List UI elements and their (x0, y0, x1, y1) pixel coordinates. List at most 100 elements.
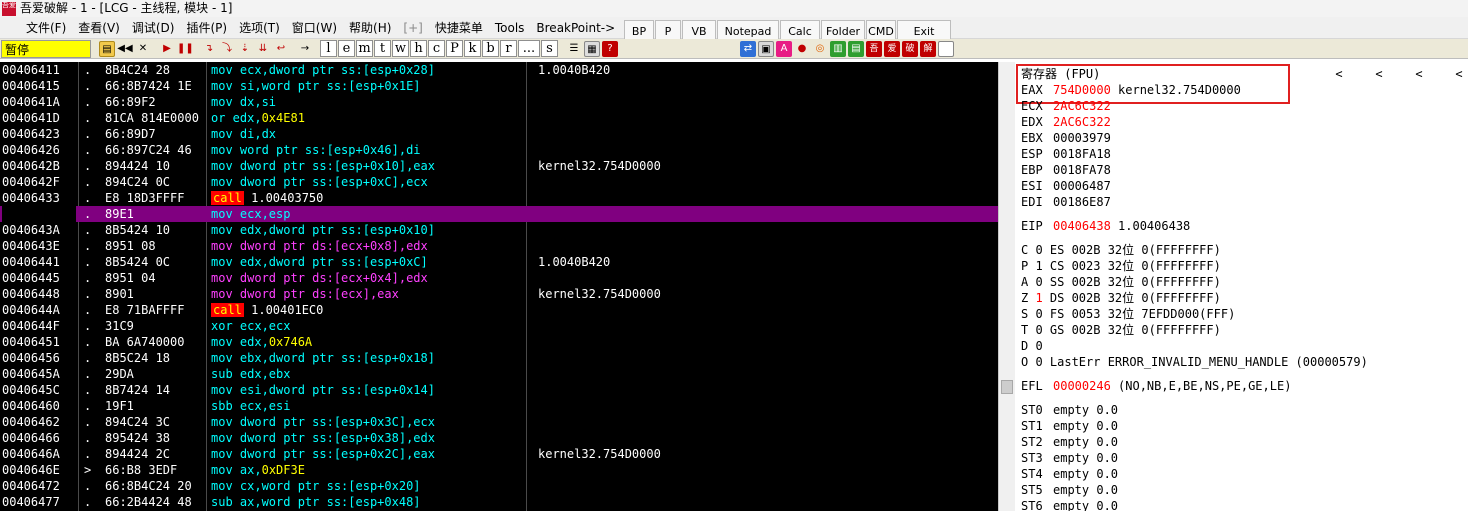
jie-icon[interactable]: 解 (920, 40, 936, 57)
calculator-icon[interactable]: ▥ (830, 40, 846, 57)
flag-row[interactable]: O 0 LastErr ERROR_INVALID_MENU_HANDLE (0… (1021, 354, 1368, 370)
disasm-row[interactable]: 0040645C. 8B7424 14 mov esi,dword ptr ss:[… (0, 382, 998, 398)
log-window-button[interactable]: l (320, 40, 337, 57)
menu-breakpoint[interactable]: BreakPoint-> (530, 17, 621, 39)
target-icon[interactable]: ◎ (812, 41, 828, 57)
menu-shortcuts[interactable]: 快捷菜单 (429, 17, 489, 39)
register-row[interactable]: EBP 0018FA78 (1021, 162, 1111, 178)
handles-window-button[interactable]: h (410, 40, 427, 57)
trace-over-icon[interactable]: ⇊ (255, 41, 271, 57)
menu-debug[interactable]: 调试(D) (126, 17, 181, 39)
record-icon[interactable]: ● (794, 41, 810, 57)
disasm-row[interactable]: 0040642F. 894C24 0C mov dword ptr ss:[esp+… (0, 174, 998, 190)
call-stack-window-button[interactable]: k (464, 40, 481, 57)
run-trace-window-button[interactable]: ... (518, 40, 540, 57)
disasm-row[interactable]: 00406438. 89E1 mov ecx,esp (0, 206, 998, 222)
help-icon[interactable]: ? (602, 40, 618, 57)
menu-help[interactable]: 帮助(H) (343, 17, 397, 39)
disasm-row[interactable]: 00406448. 8901 mov dword ptr ds:[ecx],eax k… (0, 286, 998, 302)
fpu-register-row[interactable]: ST2 empty 0.0 (1021, 434, 1118, 450)
register-row[interactable]: EDI 00186E87 (1021, 194, 1111, 210)
breakpoints-window-button[interactable]: b (482, 40, 499, 57)
disasm-row[interactable]: 00406460. 19F1 sbb ecx,esi (0, 398, 998, 414)
disasm-row[interactable]: 0040646A. 894424 2C mov dword ptr ss:[esp+… (0, 446, 998, 462)
source-window-button[interactable]: s (541, 40, 558, 57)
menu-options[interactable]: 选项(T) (233, 17, 286, 39)
flag-row[interactable]: S 0 FS 0053 32位 7EFDD000(FFF) (1021, 306, 1235, 322)
po-icon[interactable]: 破 (902, 40, 918, 57)
a-icon[interactable]: A (776, 40, 792, 57)
fpu-register-row[interactable]: ST4 empty 0.0 (1021, 466, 1118, 482)
fpu-register-row[interactable]: ST5 empty 0.0 (1021, 482, 1118, 498)
references-window-button[interactable]: r (500, 40, 517, 57)
scrollbar-thumb[interactable] (1001, 380, 1013, 394)
disasm-row[interactable]: 00406426. 66:897C24 46 mov word ptr ss:[es… (0, 142, 998, 158)
disasm-row[interactable]: 00406462. 894C24 3C mov dword ptr ss:[esp+… (0, 414, 998, 430)
disasm-row[interactable]: 0040644F. 31C9 xor ecx,ecx (0, 318, 998, 334)
register-row[interactable]: EDX 2AC6C322 (1021, 114, 1111, 130)
flag-row[interactable]: A 0 SS 002B 32位 0(FFFFFFFF) (1021, 274, 1221, 290)
menu-tools[interactable]: Tools (489, 17, 531, 39)
ai-icon[interactable]: 爱 (884, 40, 900, 57)
run-icon[interactable]: ▶ (159, 41, 175, 57)
register-row[interactable]: ESI 00006487 (1021, 178, 1111, 194)
flag-row[interactable]: C 0 ES 002B 32位 0(FFFFFFFF) (1021, 242, 1221, 258)
chevron-left-icon[interactable]: < (1399, 66, 1439, 82)
disasm-row[interactable]: 00406477. 66:2B4424 48 sub ax,word ptr ss:… (0, 494, 998, 510)
step-into-icon[interactable]: ↴ (201, 41, 217, 57)
disassembly-scrollbar[interactable] (998, 62, 1015, 511)
menu-view[interactable]: 查看(V) (72, 17, 126, 39)
disasm-row[interactable]: 00406415. 66:8B7424 1E mov si,word ptr ss:… (0, 78, 998, 94)
fpu-register-row[interactable]: ST6 empty 0.0 (1021, 498, 1118, 511)
fpu-register-row[interactable]: ST3 empty 0.0 (1021, 450, 1118, 466)
close-icon[interactable]: ✕ (135, 41, 151, 57)
refresh-icon[interactable]: ⇄ (740, 40, 756, 57)
disasm-row[interactable]: 00406466. 895424 38 mov dword ptr ss:[esp+… (0, 430, 998, 446)
list-icon[interactable]: ☰ (566, 41, 582, 57)
register-row[interactable]: EBX 00003979 (1021, 130, 1111, 146)
disasm-row[interactable]: 00406445. 8951 04 mov dword ptr ds:[ecx+0x… (0, 270, 998, 286)
cpu-window-button[interactable]: c (428, 40, 445, 57)
disasm-row[interactable]: 00406411. 8B4C24 28 mov ecx,dword ptr ss:[… (0, 62, 998, 78)
disasm-row[interactable]: 0040646E >66:B8 3EDF mov ax,0xDF3E (0, 462, 998, 478)
flag-row[interactable]: P 1 CS 0023 32位 0(FFFFFFFF) (1021, 258, 1221, 274)
register-row[interactable]: ESP 0018FA18 (1021, 146, 1111, 162)
memory-window-button[interactable]: m (356, 40, 373, 57)
register-row[interactable]: ECX 2AC6C322 (1021, 98, 1111, 114)
disasm-row[interactable]: 0040644A. E8 71BAFFFF call 1.00401EC0 (0, 302, 998, 318)
pause-icon[interactable]: ❚❚ (177, 41, 194, 57)
disasm-row[interactable]: 0040643E. 8951 08 mov dword ptr ds:[ecx+0x… (0, 238, 998, 254)
wu-icon[interactable]: 吾 (866, 40, 882, 57)
register-row-eip[interactable]: EIP 00406438 1.00406438 (1021, 218, 1190, 234)
menu-plugins[interactable]: 插件(P) (180, 17, 233, 39)
disasm-row[interactable]: 00406451. BA 6A740000 mov edx,0x746A (0, 334, 998, 350)
fpu-register-row[interactable]: ST1 empty 0.0 (1021, 418, 1118, 434)
step-over-icon[interactable]: ⤵ (219, 41, 235, 57)
open-file-icon[interactable]: ▤ (99, 40, 115, 57)
disasm-row[interactable]: 00406441. 8B5424 0C mov edx,dword ptr ss:[… (0, 254, 998, 270)
rewind-icon[interactable]: ◀◀ (117, 41, 133, 57)
execute-till-return-icon[interactable]: ↩ (273, 41, 289, 57)
disasm-row[interactable]: 0040643A. 8B5424 10 mov edx,dword ptr ss:[… (0, 222, 998, 238)
disasm-row[interactable]: 00406433. E8 18D3FFFF call 1.00403750 (0, 190, 998, 206)
disasm-row[interactable]: 00406456. 8B5C24 18 mov ebx,dword ptr ss:[… (0, 350, 998, 366)
patches-window-button[interactable]: P (446, 40, 463, 57)
threads-window-button[interactable]: t (374, 40, 391, 57)
blank-icon[interactable] (938, 40, 954, 57)
disasm-row[interactable]: 0040645A. 29DA sub edx,ebx (0, 366, 998, 382)
flag-row[interactable]: D 0 (1021, 338, 1043, 354)
registers-pane[interactable]: 寄存器 (FPU) < < < < EAX 754D0000 kernel32.7… (1015, 62, 1468, 511)
menu-file[interactable]: 文件(F) (20, 17, 72, 39)
window-icon[interactable]: ▣ (758, 40, 774, 57)
flag-row[interactable]: Z 1 DS 002B 32位 0(FFFFFFFF) (1021, 290, 1221, 306)
chevron-left-icon[interactable]: < (1319, 66, 1359, 82)
disasm-row[interactable]: 00406423. 66:89D7 mov di,dx (0, 126, 998, 142)
chevron-left-icon[interactable]: < (1359, 66, 1399, 82)
menu-window[interactable]: 窗口(W) (286, 17, 343, 39)
goto-icon[interactable]: → (297, 41, 313, 57)
menu-expand[interactable]: [+] (397, 17, 428, 39)
fpu-register-row[interactable]: ST0 empty 0.0 (1021, 402, 1118, 418)
disasm-row[interactable]: 00406472. 66:8B4C24 20 mov cx,word ptr ss:… (0, 478, 998, 494)
disasm-row[interactable]: 0040642B. 894424 10 mov dword ptr ss:[esp+… (0, 158, 998, 174)
grid-icon[interactable]: ▦ (584, 40, 600, 57)
